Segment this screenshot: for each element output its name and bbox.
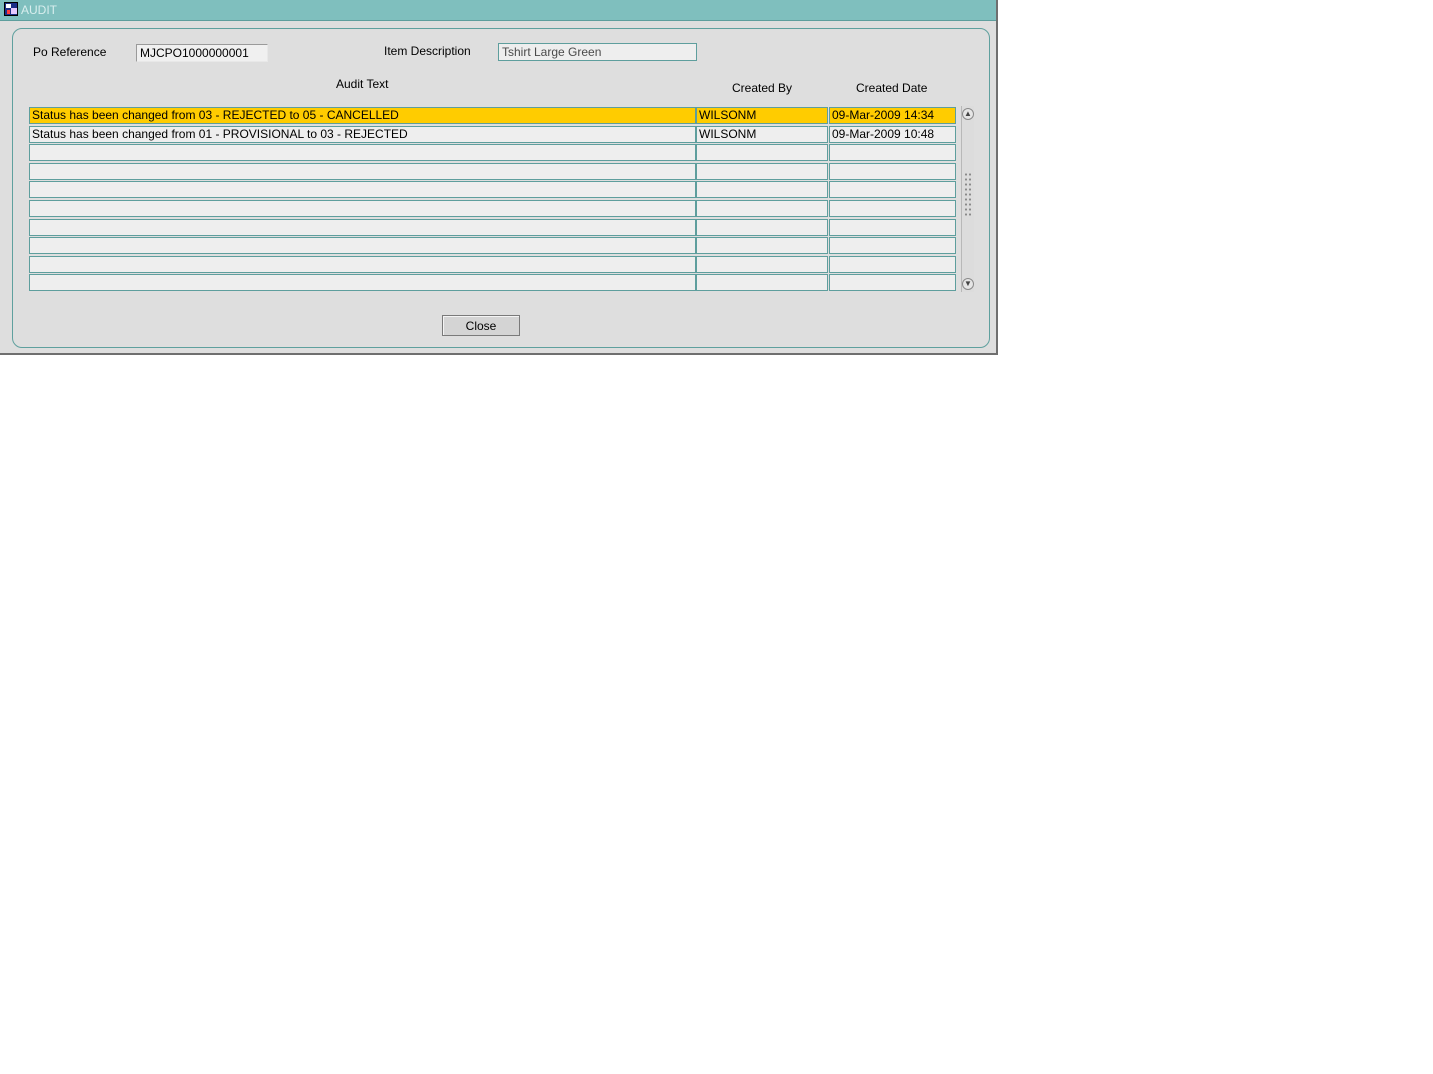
- audit-text-cell[interactable]: [29, 274, 696, 291]
- audit-text-cell[interactable]: Status has been changed from 01 - PROVIS…: [29, 126, 696, 143]
- scroll-up-arrow-icon[interactable]: ▲: [962, 108, 974, 120]
- created-by-cell[interactable]: [696, 256, 828, 273]
- title-bar[interactable]: AUDIT: [0, 0, 996, 21]
- audit-text-cell[interactable]: Status has been changed from 03 - REJECT…: [29, 107, 696, 124]
- audit-text-cell[interactable]: [29, 181, 696, 198]
- vertical-scrollbar[interactable]: ▲ ▼: [961, 106, 974, 292]
- created-date-cell[interactable]: [829, 200, 956, 217]
- po-reference-label: Po Reference: [33, 45, 107, 59]
- created-by-cell[interactable]: WILSONM: [696, 126, 828, 143]
- audit-text-cell[interactable]: [29, 219, 696, 236]
- scroll-thumb-grip[interactable]: [964, 172, 973, 216]
- created-by-cell[interactable]: [696, 219, 828, 236]
- created-by-cell[interactable]: WILSONM: [696, 107, 828, 124]
- created-date-cell[interactable]: [829, 219, 956, 236]
- audit-text-cell[interactable]: [29, 200, 696, 217]
- item-description-label: Item Description: [384, 44, 471, 58]
- created-date-cell[interactable]: [829, 163, 956, 180]
- audit-text-cell[interactable]: [29, 163, 696, 180]
- created-by-cell[interactable]: [696, 200, 828, 217]
- audit-text-header: Audit Text: [336, 77, 389, 91]
- created-date-cell[interactable]: [829, 181, 956, 198]
- audit-window: AUDIT Po Reference MJCPO1000000001 Item …: [0, 0, 998, 355]
- created-by-cell[interactable]: [696, 274, 828, 291]
- created-by-cell[interactable]: [696, 163, 828, 180]
- window-title: AUDIT: [21, 3, 57, 17]
- created-date-cell[interactable]: [829, 144, 956, 161]
- po-reference-field[interactable]: MJCPO1000000001: [136, 44, 268, 62]
- audit-text-cell[interactable]: [29, 237, 696, 254]
- created-date-cell[interactable]: 09-Mar-2009 10:48: [829, 126, 956, 143]
- scroll-down-arrow-icon[interactable]: ▼: [962, 278, 974, 290]
- close-button[interactable]: Close: [442, 315, 520, 336]
- created-date-cell[interactable]: [829, 256, 956, 273]
- created-date-cell[interactable]: [829, 274, 956, 291]
- created-by-cell[interactable]: [696, 144, 828, 161]
- created-date-cell[interactable]: [829, 237, 956, 254]
- item-description-field[interactable]: Tshirt Large Green: [498, 43, 697, 61]
- audit-text-cell[interactable]: [29, 144, 696, 161]
- created-by-cell[interactable]: [696, 237, 828, 254]
- created-date-cell[interactable]: 09-Mar-2009 14:34: [829, 107, 956, 124]
- created-date-header: Created Date: [856, 81, 928, 95]
- created-by-cell[interactable]: [696, 181, 828, 198]
- app-icon: [4, 2, 18, 16]
- created-by-header: Created By: [732, 81, 793, 95]
- audit-text-cell[interactable]: [29, 256, 696, 273]
